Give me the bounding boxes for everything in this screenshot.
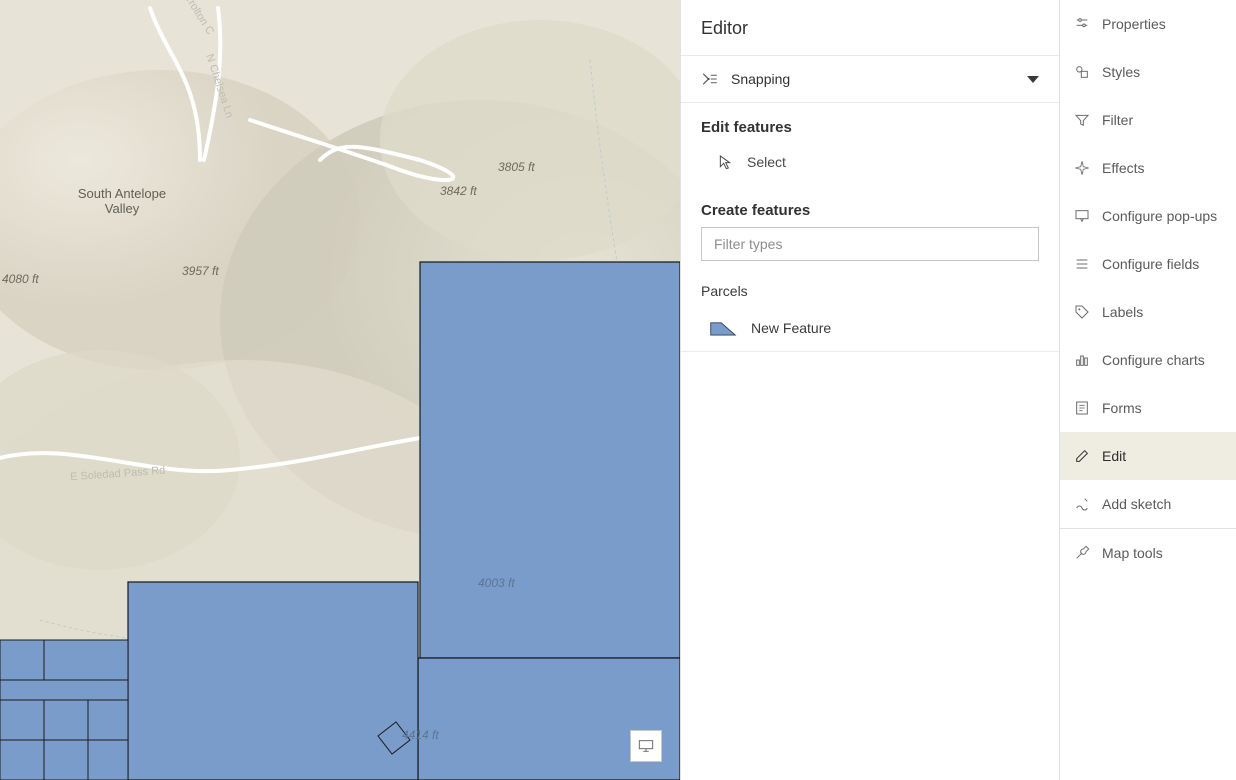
tool-filter[interactable]: Filter: [1060, 96, 1236, 144]
form-icon: [1074, 400, 1090, 416]
tool-label: Properties: [1102, 16, 1166, 32]
tool-properties[interactable]: Properties: [1060, 0, 1236, 48]
tool-label: Configure charts: [1102, 352, 1205, 368]
snapping-icon: [701, 70, 719, 88]
feature-template-item[interactable]: New Feature: [681, 309, 1059, 352]
edit-features-heading: Edit features: [681, 103, 1059, 144]
chevron-down-icon: [1027, 76, 1039, 83]
select-label: Select: [747, 154, 786, 170]
tool-label: Configure pop-ups: [1102, 208, 1217, 224]
tool-configure-popups[interactable]: Configure pop-ups: [1060, 192, 1236, 240]
snapping-label: Snapping: [731, 71, 1027, 87]
tool-label: Add sketch: [1102, 496, 1171, 512]
tool-label: Edit: [1102, 448, 1126, 464]
tool-configure-charts[interactable]: Configure charts: [1060, 336, 1236, 384]
tool-styles[interactable]: Styles: [1060, 48, 1236, 96]
layer-name-label: Parcels: [681, 277, 1059, 309]
snapping-toggle[interactable]: Snapping: [681, 56, 1059, 103]
filter-types-input[interactable]: [701, 227, 1039, 261]
feature-template-label: New Feature: [751, 320, 831, 336]
select-tool-button[interactable]: Select: [681, 144, 1059, 186]
editor-panel: Editor Snapping Edit features Select Cre…: [680, 0, 1060, 780]
tool-label: Filter: [1102, 112, 1133, 128]
list-icon: [1074, 256, 1090, 272]
tool-effects[interactable]: Effects: [1060, 144, 1236, 192]
sparkle-icon: [1074, 160, 1090, 176]
tool-label: Labels: [1102, 304, 1143, 320]
sketch-icon: [1074, 496, 1090, 512]
tool-forms[interactable]: Forms: [1060, 384, 1236, 432]
tool-label: Styles: [1102, 64, 1140, 80]
create-features-heading: Create features: [681, 186, 1059, 227]
bar-chart-icon: [1074, 352, 1090, 368]
basemap-toggle-button[interactable]: [630, 730, 662, 762]
tag-icon: [1074, 304, 1090, 320]
tool-add-sketch[interactable]: Add sketch: [1060, 480, 1236, 528]
tool-label: Effects: [1102, 160, 1145, 176]
wrench-icon: [1074, 545, 1090, 561]
parcel-layer: [0, 0, 680, 780]
pencil-icon: [1074, 448, 1090, 464]
polygon-swatch-icon: [709, 319, 737, 337]
popup-icon: [1074, 208, 1090, 224]
monitor-icon: [638, 739, 654, 753]
tool-map-tools[interactable]: Map tools: [1060, 529, 1236, 577]
tool-label: Map tools: [1102, 545, 1163, 561]
map-canvas[interactable]: South AntelopeValley 3957 ft 3842 ft 380…: [0, 0, 680, 780]
tool-labels[interactable]: Labels: [1060, 288, 1236, 336]
tool-label: Forms: [1102, 400, 1142, 416]
tool-list-panel: Properties Styles Filter Effects Configu…: [1060, 0, 1236, 780]
shapes-icon: [1074, 64, 1090, 80]
editor-title: Editor: [681, 0, 1059, 56]
sliders-icon: [1074, 16, 1090, 32]
tool-edit[interactable]: Edit: [1060, 432, 1236, 480]
cursor-icon: [717, 154, 733, 170]
tool-configure-fields[interactable]: Configure fields: [1060, 240, 1236, 288]
filter-icon: [1074, 112, 1090, 128]
tool-label: Configure fields: [1102, 256, 1199, 272]
